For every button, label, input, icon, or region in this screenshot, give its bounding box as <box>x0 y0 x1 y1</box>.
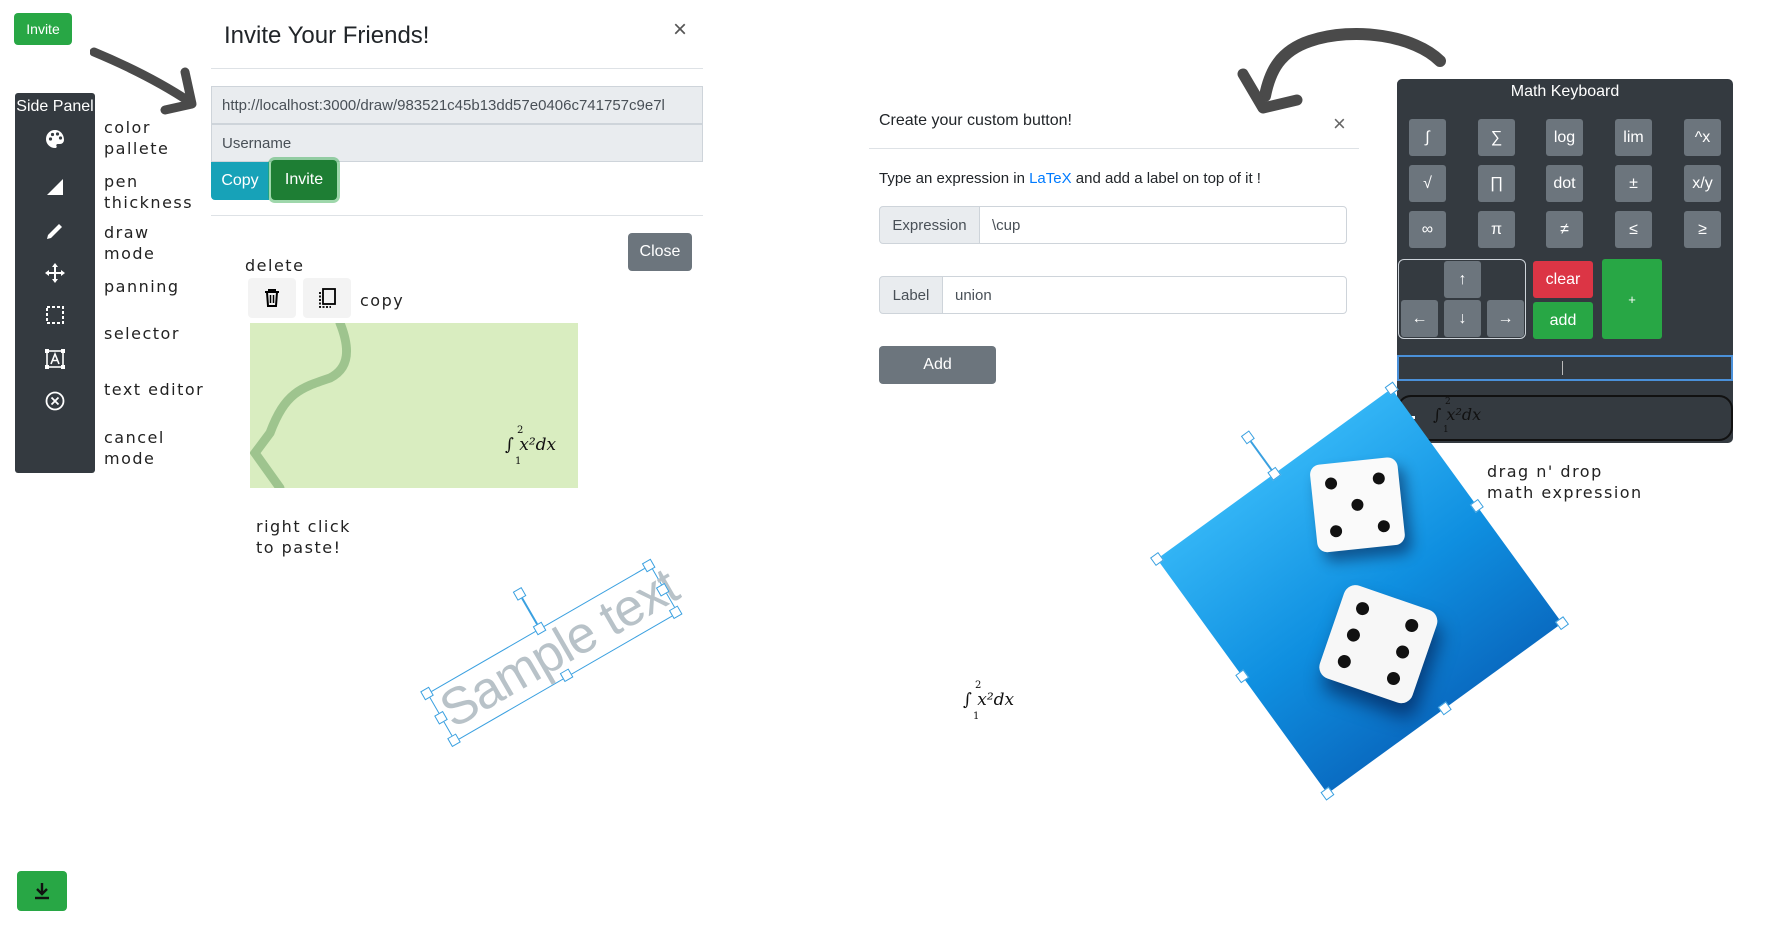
custom-button-modal-title: Create your custom button! <box>879 112 1072 129</box>
pencil-icon[interactable] <box>15 217 95 245</box>
key-not-equal[interactable]: ≠ <box>1546 211 1583 248</box>
key-sum[interactable]: ∑ <box>1478 119 1515 156</box>
math-preview-text: ∫ x²dx <box>1433 405 1482 424</box>
side-label-draw-mode: draw mode <box>104 223 156 263</box>
move-arrows-icon[interactable] <box>15 259 95 287</box>
divider <box>211 215 703 216</box>
pen-thickness-icon[interactable] <box>15 173 95 201</box>
delete-label: delete <box>245 256 305 275</box>
cancel-circle-icon[interactable] <box>15 387 95 415</box>
side-label-pen-thickness: pen thickness <box>104 172 194 212</box>
send-invite-button[interactable]: Invite <box>271 160 337 200</box>
die-top <box>1309 456 1406 554</box>
close-icon[interactable]: × <box>673 16 687 44</box>
key-arrow-right[interactable]: → <box>1487 300 1524 337</box>
key-plus-minus[interactable]: ± <box>1615 165 1652 202</box>
side-label-selector: selector <box>104 324 180 343</box>
key-fraction[interactable]: x/y <box>1684 165 1721 202</box>
key-integral[interactable]: ∫ <box>1409 119 1446 156</box>
side-panel-title: Side Panel <box>16 98 94 115</box>
latex-link[interactable]: LaTeX <box>1029 170 1072 187</box>
selection-icon[interactable] <box>15 301 95 329</box>
custom-button-description: Type an expression in LaTeX and add a la… <box>879 170 1261 187</box>
key-pi[interactable]: π <box>1478 211 1515 248</box>
label-label: Label <box>879 276 943 314</box>
divider <box>869 148 1359 149</box>
arrow-annotation-1 <box>90 47 197 115</box>
copy-label: copy <box>360 291 405 310</box>
sample-text-selection[interactable]: Sample text <box>420 557 688 748</box>
palette-icon[interactable] <box>15 125 95 153</box>
side-label-panning: panning <box>104 277 180 296</box>
math-lower-limit: 1 <box>515 456 522 467</box>
math-expression: ∫ x²dx 2 1 <box>505 425 557 467</box>
invite-modal-title: Invite Your Friends! <box>224 22 430 49</box>
side-label-text-editor: text editor <box>104 380 205 399</box>
invite-button[interactable]: Invite <box>14 13 72 45</box>
sample-text[interactable]: Sample text <box>430 557 688 741</box>
key-product[interactable]: ∏ <box>1478 165 1515 202</box>
math-upper-limit: 2 <box>517 425 524 436</box>
key-lim[interactable]: lim <box>1615 119 1652 156</box>
label-input[interactable]: union <box>942 276 1347 314</box>
rotation-stem <box>1247 437 1273 472</box>
download-icon <box>35 883 49 900</box>
dropped-math-expression-text: ∫ x²dx <box>963 690 1015 710</box>
divider <box>211 68 703 69</box>
key-greater-equal[interactable]: ≥ <box>1684 211 1721 248</box>
text-editor-icon[interactable] <box>15 345 95 373</box>
plus-button[interactable]: + <box>1602 259 1662 339</box>
key-arrow-up[interactable]: ↑ <box>1444 261 1481 298</box>
close-button[interactable]: Close <box>628 233 692 271</box>
username-input[interactable]: Username <box>211 124 703 162</box>
dropped-math-expression[interactable]: ∫ x²dx 2 1 <box>963 680 1015 722</box>
key-arrow-left[interactable]: ← <box>1401 300 1438 337</box>
add-expression-button[interactable]: add <box>1533 302 1593 339</box>
key-dot[interactable]: dot <box>1546 165 1583 202</box>
math-preview-expression: ∫ x²dx 2 1 <box>1433 397 1482 435</box>
math-lower-limit: 1 <box>1443 425 1449 435</box>
clear-button[interactable]: clear <box>1533 261 1593 298</box>
copy-url-button[interactable]: Copy <box>211 162 269 200</box>
drag-drop-hint: drag n' drop math expression <box>1487 462 1643 502</box>
rotation-stem <box>519 594 538 625</box>
math-upper-limit: 2 <box>1445 397 1451 407</box>
key-less-equal[interactable]: ≤ <box>1615 211 1652 248</box>
math-preview[interactable]: ∫ x²dx 2 1 <box>1397 395 1733 441</box>
key-arrow-down[interactable]: ↓ <box>1444 300 1481 337</box>
paste-hint: right click to paste! <box>256 517 351 557</box>
delete-button[interactable] <box>248 278 296 318</box>
download-button[interactable] <box>17 871 67 911</box>
expression-label: Expression <box>879 206 980 244</box>
description-text: Type an expression in <box>879 170 1030 187</box>
key-power[interactable]: ^x <box>1684 119 1721 156</box>
description-text-end: and add a label on top of it ! <box>1071 170 1261 187</box>
key-infinity[interactable]: ∞ <box>1409 211 1446 248</box>
math-upper-limit: 2 <box>975 680 982 691</box>
side-label-cancel-mode: cancel mode <box>104 428 165 468</box>
expression-input[interactable]: \cup <box>979 206 1347 244</box>
math-keyboard: Math Keyboard ∫ ∑ log lim ^x √ ∏ dot ± x… <box>1397 79 1733 443</box>
rotation-handle[interactable] <box>512 587 527 601</box>
copy-button[interactable] <box>303 278 351 318</box>
math-input-field[interactable] <box>1397 355 1733 381</box>
math-keyboard-title: Math Keyboard <box>1510 83 1620 100</box>
key-log[interactable]: log <box>1546 119 1583 156</box>
side-label-color-pallete: color pallete <box>104 118 170 158</box>
canvas-preview: ∫ x²dx 2 1 <box>250 323 578 488</box>
math-lower-limit: 1 <box>973 711 980 722</box>
copy-icon <box>319 288 336 308</box>
add-custom-button[interactable]: Add <box>879 346 996 384</box>
dice-image[interactable] <box>1157 388 1563 794</box>
side-panel: Side Panel <box>15 93 95 473</box>
trash-icon <box>265 289 279 307</box>
invite-url-field[interactable]: http://localhost:3000/draw/983521c45b13d… <box>211 86 703 124</box>
math-expression-text: ∫ x²dx <box>505 435 557 455</box>
text-cursor <box>1562 361 1563 375</box>
die-bottom <box>1316 581 1441 707</box>
key-sqrt[interactable]: √ <box>1409 165 1446 202</box>
dice-image-selection[interactable] <box>1150 381 1570 801</box>
